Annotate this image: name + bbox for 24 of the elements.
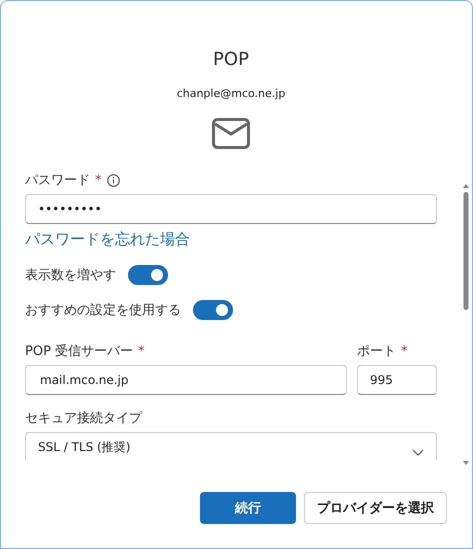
port-field[interactable]: 995 <box>357 365 437 395</box>
field-label: ポート <box>357 343 396 360</box>
required-mark: * <box>401 344 408 358</box>
field-label: パスワード <box>25 172 90 189</box>
server-field[interactable]: mail.mco.ne.jp <box>25 365 347 395</box>
continue-button[interactable]: 続行 <box>200 492 296 524</box>
dialog-title: POP <box>212 49 250 70</box>
security-dropdown[interactable]: SSL / TLS (推奨) <box>25 432 437 460</box>
field-label: セキュア接続タイプ <box>25 410 142 427</box>
toggle-label: おすすめの設定を使用する <box>25 302 181 319</box>
required-mark: * <box>95 172 102 188</box>
info-icon[interactable] <box>106 174 120 186</box>
toggle-label: 表示数を増やす <box>25 266 116 284</box>
toggle-switch[interactable] <box>193 300 233 320</box>
scrollbar[interactable] <box>462 183 470 467</box>
password-field[interactable]: ••••••••• <box>25 194 437 224</box>
required-mark: * <box>138 344 145 358</box>
toggle-switch[interactable] <box>128 265 168 285</box>
forgot-password-link[interactable]: パスワードを忘れた場合 <box>25 230 190 249</box>
field-label: POP 受信サーバー <box>25 343 134 360</box>
chevron-down-icon <box>412 449 424 456</box>
account-email: chanple@mco.ne.jp <box>176 87 286 100</box>
select-provider-button[interactable]: プロバイダーを選択 <box>304 492 447 524</box>
envelope-icon <box>212 118 250 149</box>
